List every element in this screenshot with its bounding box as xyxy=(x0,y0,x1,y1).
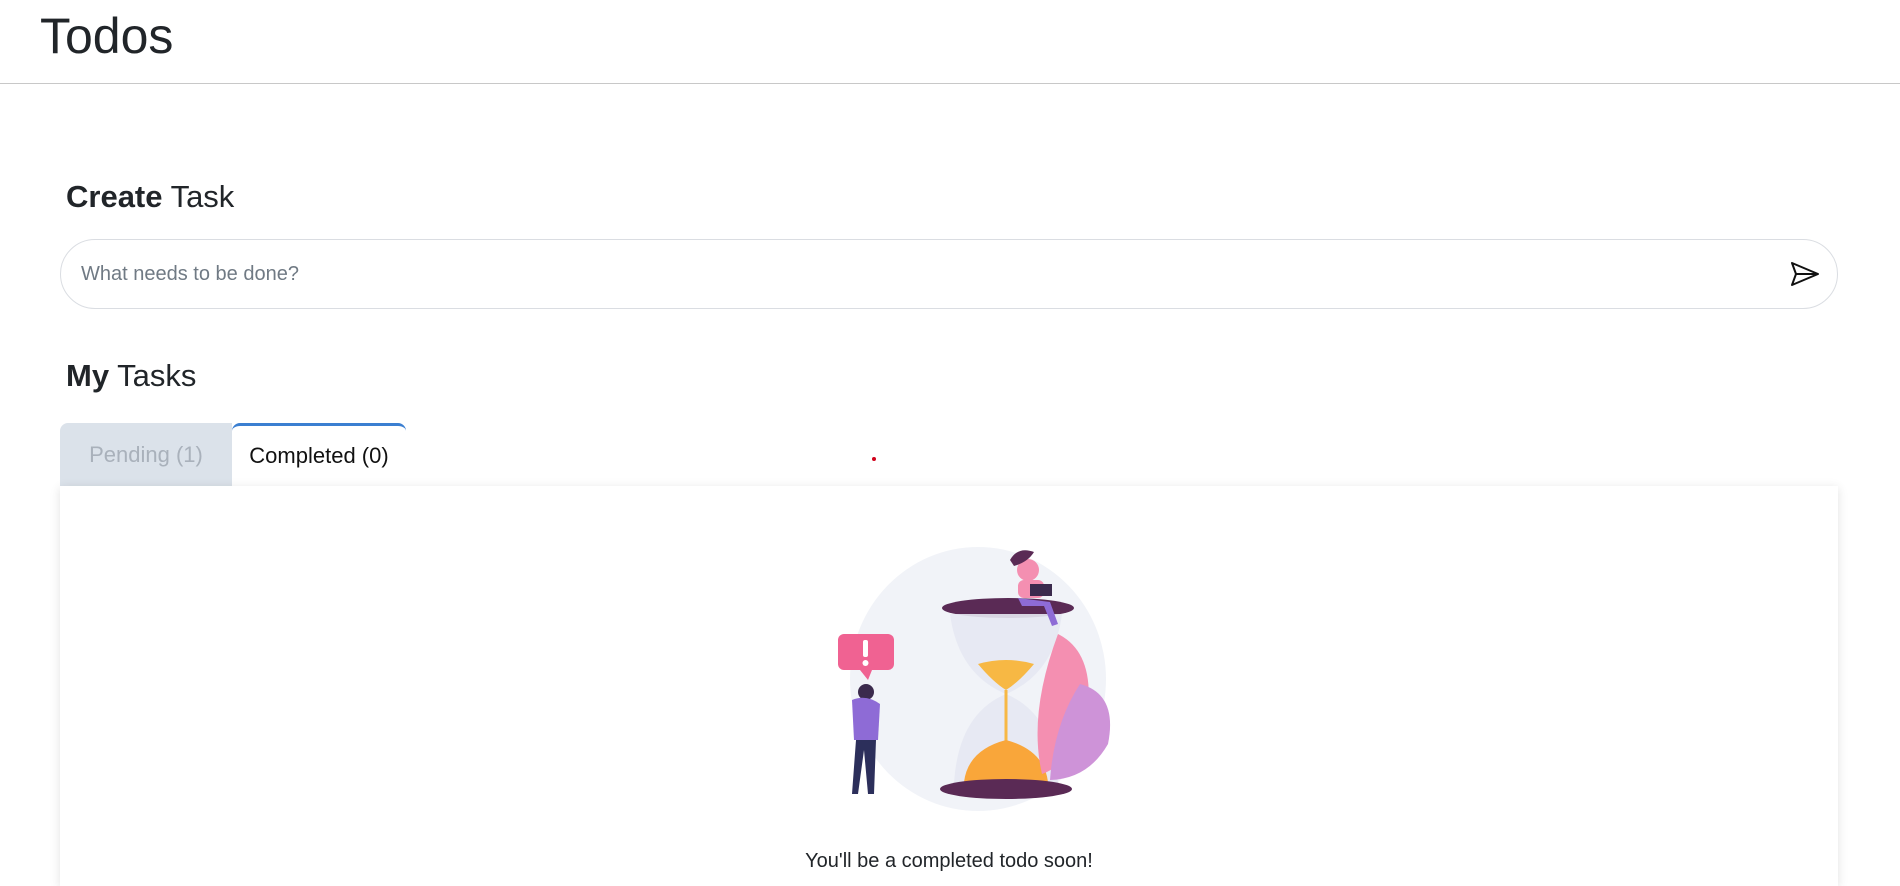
create-task-heading: Create Task xyxy=(66,177,234,217)
my-tasks-heading-bold: My xyxy=(66,358,110,393)
send-task-button[interactable] xyxy=(1787,256,1823,292)
my-tasks-heading: My Tasks xyxy=(66,356,196,396)
hourglass-waiting-illustration xyxy=(838,547,1111,811)
cursor-marker xyxy=(872,457,876,461)
app-header: Todos xyxy=(0,0,1900,84)
my-tasks-heading-rest: Tasks xyxy=(117,358,197,393)
paper-plane-icon xyxy=(1791,262,1819,286)
app-title: Todos xyxy=(40,8,174,64)
create-task-form xyxy=(60,239,1838,309)
create-task-heading-bold: Create xyxy=(66,179,163,214)
empty-state-message: You'll be a completed todo soon! xyxy=(805,850,1093,872)
create-task-heading-rest: Task xyxy=(170,179,235,214)
tab-pending[interactable]: Pending (1) xyxy=(60,423,232,486)
new-task-input[interactable] xyxy=(79,240,1763,308)
tab-completed[interactable]: Completed (0) xyxy=(232,423,406,486)
tasks-panel: You'll be a completed todo soon! xyxy=(60,486,1838,886)
